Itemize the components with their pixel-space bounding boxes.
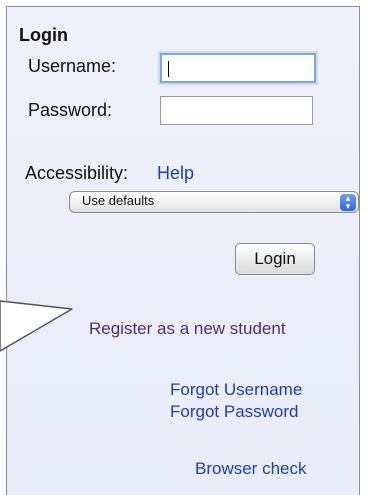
login-button[interactable]: Login — [235, 243, 315, 275]
select-arrows-icon: ▴ ▾ — [340, 194, 356, 211]
username-input[interactable] — [160, 53, 316, 83]
help-link[interactable]: Help — [157, 163, 194, 184]
accessibility-select[interactable]: Use defaults ▴ ▾ — [69, 191, 359, 213]
login-panel: Login Username: Password: Accessibility:… — [6, 6, 360, 495]
browser-check-link[interactable]: Browser check — [195, 459, 306, 479]
password-label: Password: — [28, 100, 113, 120]
forgot-password-link[interactable]: Forgot Password — [170, 402, 299, 422]
text-caret — [168, 61, 169, 77]
accessibility-label: Accessibility: — [25, 163, 129, 183]
forgot-username-link[interactable]: Forgot Username — [170, 380, 302, 400]
callout-pointer — [0, 300, 73, 352]
username-label: Username: — [28, 56, 117, 76]
password-input[interactable] — [160, 96, 313, 125]
login-title: Login — [19, 25, 68, 45]
register-link[interactable]: Register as a new student — [89, 319, 286, 339]
accessibility-select-value: Use defaults — [82, 193, 155, 208]
